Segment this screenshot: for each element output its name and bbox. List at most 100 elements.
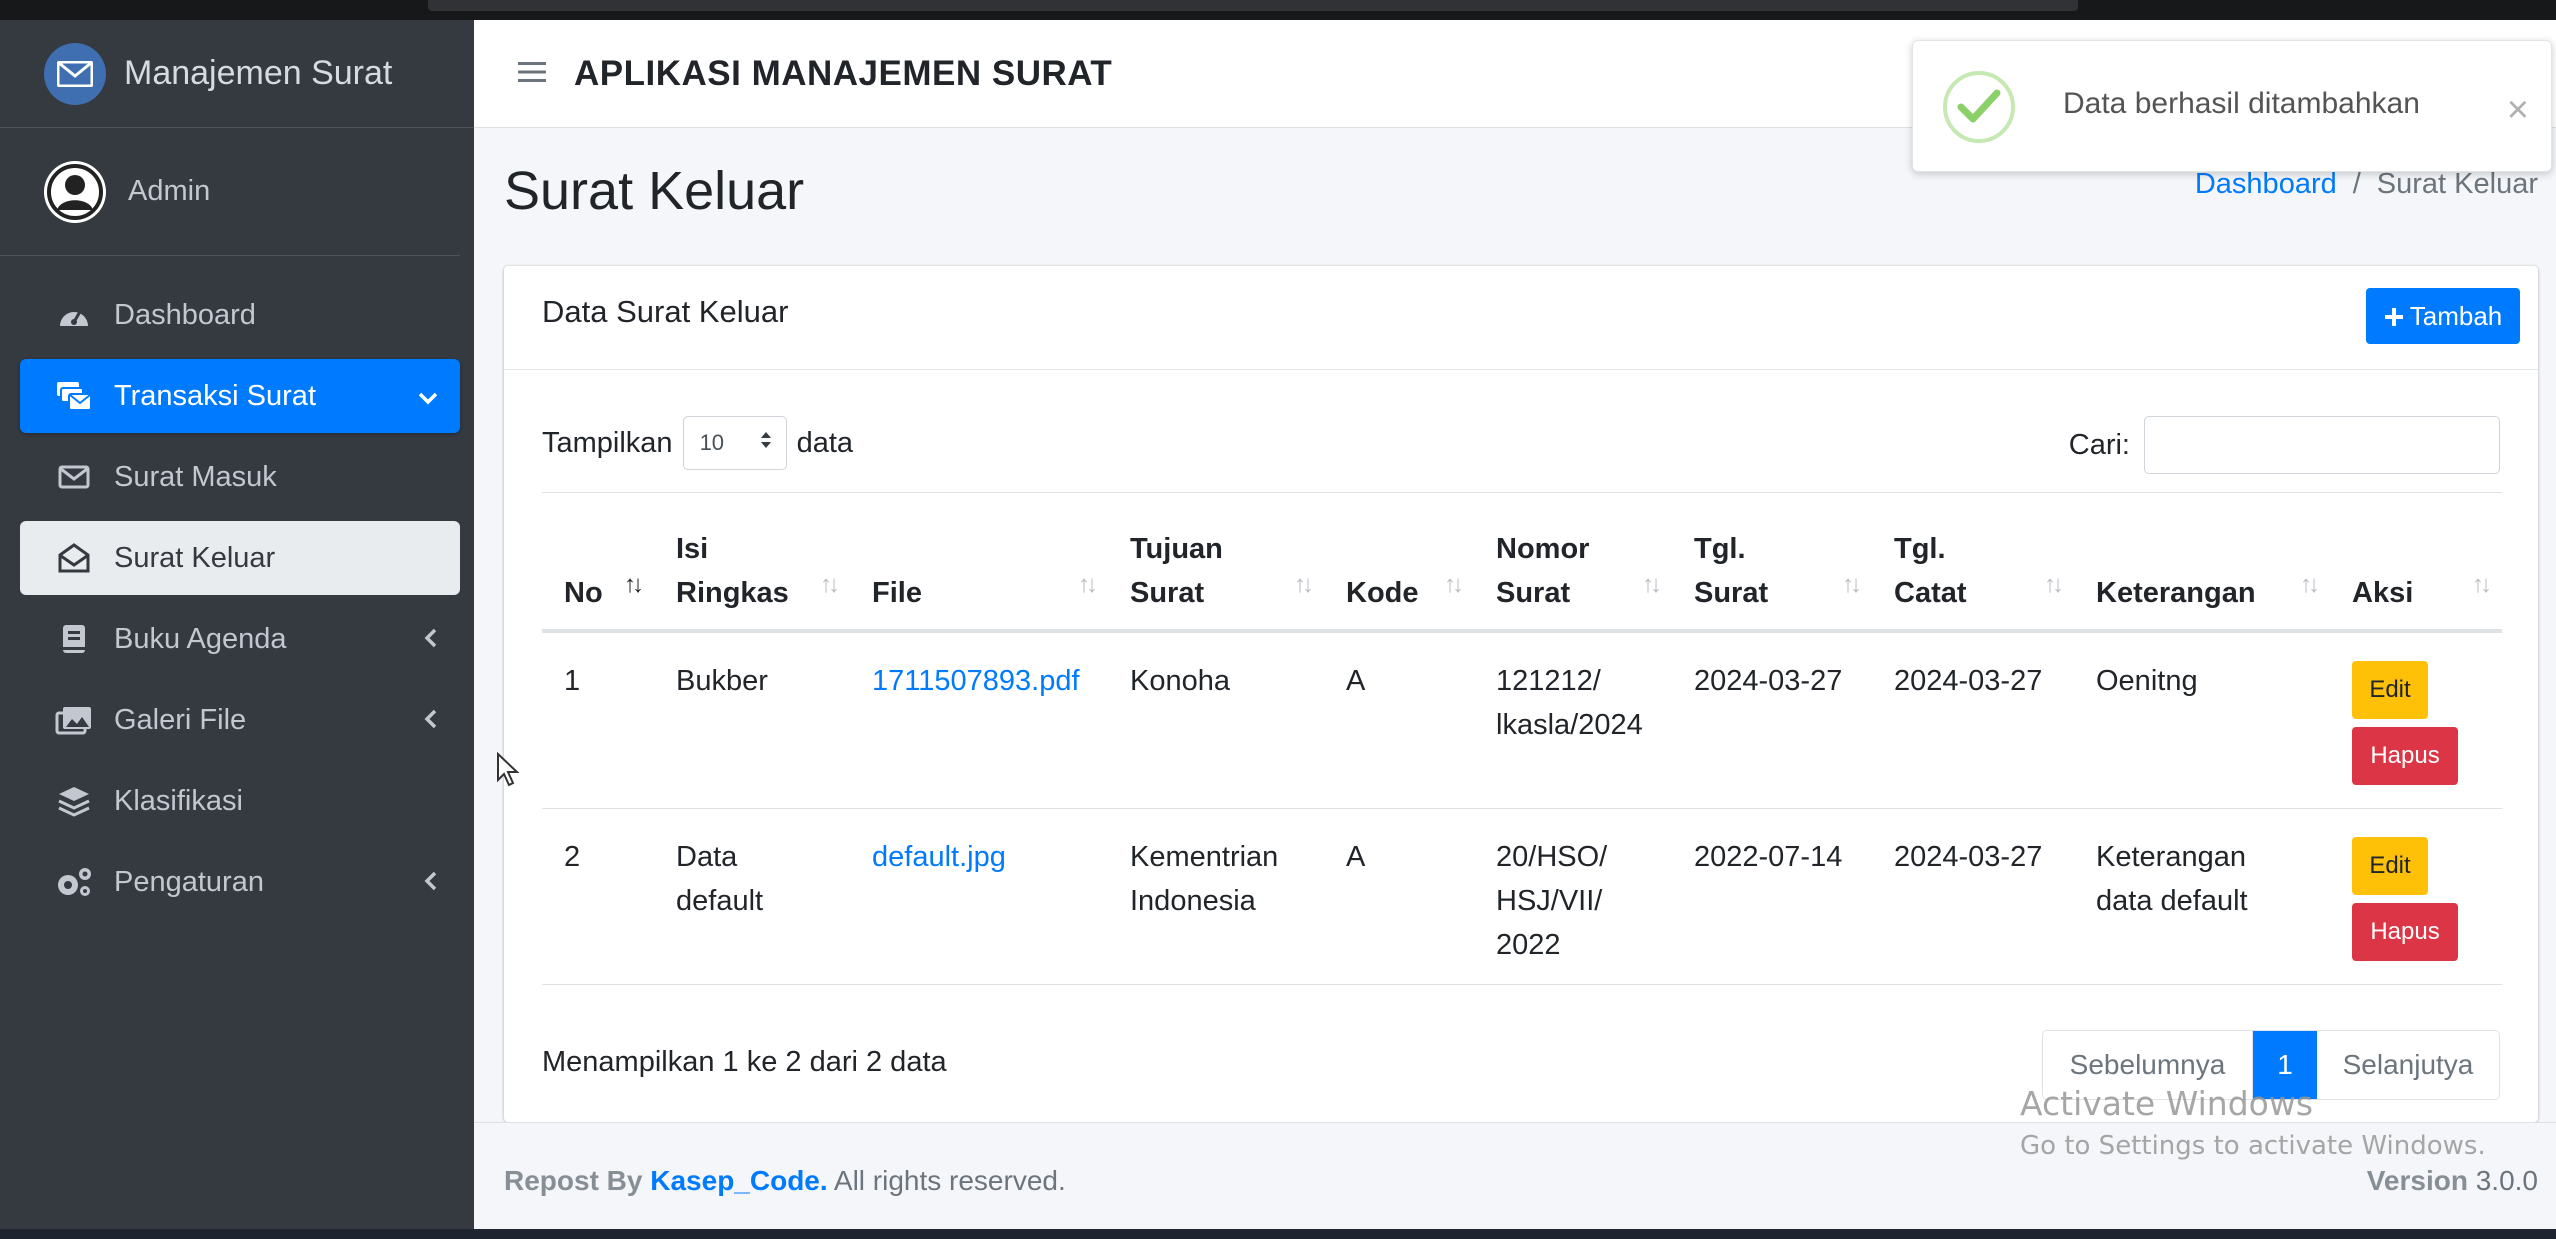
watermark-subtitle: Go to Settings to activate Windows. bbox=[2020, 1131, 2486, 1161]
watermark-title: Activate Windows bbox=[2020, 1084, 2314, 1123]
column-header-file[interactable]: File ↑↓ bbox=[850, 492, 1108, 633]
search-input[interactable] bbox=[2144, 416, 2500, 474]
cell-no: 1 bbox=[542, 630, 654, 809]
close-icon[interactable]: × bbox=[2507, 89, 2529, 132]
footer-version: Version 3.0.0 bbox=[2367, 1165, 2538, 1197]
page-length-control: Tampilkan 10 data bbox=[542, 416, 853, 470]
sidebar-item-label: Galeri File bbox=[114, 703, 247, 736]
version-label: Version bbox=[2366, 1165, 2468, 1196]
card-title: Data Surat Keluar bbox=[542, 294, 789, 329]
breadcrumb-current: Surat Keluar bbox=[2376, 168, 2538, 200]
page-length-select[interactable]: 10 bbox=[682, 416, 787, 470]
search-control: Cari: bbox=[2069, 416, 2500, 474]
breadcrumb-link-dashboard[interactable]: Dashboard bbox=[2195, 168, 2337, 200]
column-header-tgl-catat[interactable]: Tgl. Catat ↑↓ bbox=[1872, 492, 2074, 633]
column-header-aksi[interactable]: Aksi ↑↓ bbox=[2330, 492, 2502, 633]
brand-link[interactable]: Manajemen Surat bbox=[0, 20, 474, 128]
sidebar-item-galeri-file[interactable]: Galeri File bbox=[20, 683, 460, 757]
sidebar-item-label: Surat Keluar bbox=[114, 541, 276, 574]
sidebar-item-klasifikasi[interactable]: Klasifikasi bbox=[20, 764, 460, 838]
column-header-keterangan[interactable]: Keterangan ↑↓ bbox=[2074, 492, 2330, 633]
cell-nomor-surat: 20/HSO/ HSJ/VII/ 2022 bbox=[1474, 808, 1672, 985]
letters-table: No ↑↓ Isi Ringkas ↑↓ File ↑↓ Tujuan Surat ↑↓… bbox=[542, 492, 2502, 985]
tachometer-icon bbox=[54, 295, 94, 335]
sort-icon: ↑↓ bbox=[1078, 570, 1098, 598]
header-label: No bbox=[564, 576, 603, 609]
hamburger-icon[interactable] bbox=[518, 54, 546, 93]
cell-keterangan: Keterangan data default bbox=[2074, 808, 2330, 985]
column-header-tgl-surat[interactable]: Tgl. Surat ↑↓ bbox=[1672, 492, 1872, 633]
success-toast: Data berhasil ditambahkan × bbox=[1912, 40, 2552, 172]
mail-bulk-icon bbox=[54, 376, 94, 416]
file-link[interactable]: 1711507893.pdf bbox=[872, 665, 1080, 697]
book-icon bbox=[54, 619, 94, 659]
sort-icon: ↑↓ bbox=[1842, 570, 1862, 598]
header-label: Tujuan Surat bbox=[1130, 532, 1223, 609]
chevron-left-icon bbox=[424, 705, 438, 736]
file-link[interactable]: default.jpg bbox=[872, 841, 1006, 873]
sidebar-item-buku-agenda[interactable]: Buku Agenda bbox=[20, 602, 460, 676]
toast-message: Data berhasil ditambahkan bbox=[2063, 87, 2420, 120]
sidebar-item-dashboard[interactable]: Dashboard bbox=[20, 278, 460, 352]
sidebar-item-surat-masuk[interactable]: Surat Masuk bbox=[20, 440, 460, 514]
cell-nomor-surat: 121212/ lkasla/2024 bbox=[1474, 630, 1672, 809]
add-button[interactable]: Tambah bbox=[2366, 288, 2520, 344]
column-header-kode[interactable]: Kode ↑↓ bbox=[1324, 492, 1474, 633]
page-length-value: 10 bbox=[699, 430, 725, 455]
footer-rights: All rights reserved. bbox=[833, 1165, 1066, 1196]
sidebar-nav: Dashboard Transaksi Surat Surat Masuk Su… bbox=[0, 256, 474, 919]
footer-prefix: Repost By bbox=[504, 1165, 643, 1196]
column-header-nomor-surat[interactable]: Nomor Surat ↑↓ bbox=[1474, 492, 1672, 633]
column-header-no[interactable]: No ↑↓ bbox=[542, 492, 654, 633]
header-label: Tgl. Surat bbox=[1694, 532, 1769, 609]
cell-aksi: Edit Hapus bbox=[2330, 630, 2502, 809]
column-header-isi-ringkas[interactable]: Isi Ringkas ↑↓ bbox=[654, 492, 850, 633]
envelope-icon bbox=[44, 42, 106, 105]
page-title: Surat Keluar bbox=[504, 161, 805, 221]
table-row: 1 Bukber 1711507893.pdf Konoha A 121212/… bbox=[542, 630, 2502, 809]
sidebar-item-label: Buku Agenda bbox=[114, 622, 287, 655]
search-label: Cari: bbox=[2068, 428, 2130, 461]
sidebar-item-label: Pengaturan bbox=[114, 865, 264, 898]
plus-icon bbox=[2384, 297, 2404, 336]
cell-keterangan: Oenitng bbox=[2074, 630, 2330, 809]
version-number: 3.0.0 bbox=[2475, 1165, 2538, 1196]
footer-credit: Repost By Kasep_Code. All rights reserve… bbox=[504, 1165, 1066, 1197]
main-content: APLIKASI MANAJEMEN SURAT Surat Keluar Da… bbox=[474, 20, 2556, 1229]
sidebar-item-label: Transaksi Surat bbox=[114, 379, 316, 412]
cell-kode: A bbox=[1324, 630, 1474, 809]
chevron-left-icon bbox=[424, 867, 438, 898]
cell-tujuan-surat: Konoha bbox=[1108, 630, 1324, 809]
table-row: 2 Data default default.jpg Kementrian In… bbox=[542, 808, 2502, 985]
brand-title: Manajemen Surat bbox=[124, 54, 393, 92]
taskbar-strip bbox=[0, 1229, 2556, 1239]
user-panel[interactable]: Admin bbox=[0, 128, 460, 256]
sidebar-item-label: Surat Masuk bbox=[114, 460, 277, 493]
browser-tab-bar bbox=[428, 0, 2078, 11]
header-label: Keterangan bbox=[2096, 576, 2256, 609]
user-name: Admin bbox=[128, 175, 211, 207]
sidebar-item-surat-keluar[interactable]: Surat Keluar bbox=[20, 521, 460, 595]
delete-button[interactable]: Hapus bbox=[2352, 903, 2458, 961]
sort-icon: ↑↓ bbox=[1642, 570, 1662, 598]
breadcrumb-separator: / bbox=[2352, 168, 2361, 200]
sort-icon: ↑↓ bbox=[820, 570, 840, 598]
nomor-surat-text: 20/HSO/ HSJ/VII/ 2022 bbox=[1496, 841, 1608, 961]
column-header-tujuan-surat[interactable]: Tujuan Surat ↑↓ bbox=[1108, 492, 1324, 633]
cell-tgl-surat: 2024-03-27 bbox=[1672, 630, 1872, 809]
sidebar-item-pengaturan[interactable]: Pengaturan bbox=[20, 845, 460, 919]
cell-isi-ringkas: Data default bbox=[654, 808, 850, 985]
sort-icon: ↑↓ bbox=[1294, 570, 1314, 598]
edit-button[interactable]: Edit bbox=[2352, 837, 2428, 895]
cell-tgl-catat: 2024-03-27 bbox=[1872, 630, 2074, 809]
sidebar-item-transaksi-surat[interactable]: Transaksi Surat bbox=[20, 359, 460, 433]
check-icon bbox=[1943, 71, 2015, 143]
delete-button[interactable]: Hapus bbox=[2352, 726, 2458, 785]
cell-tgl-catat: 2024-03-27 bbox=[1872, 808, 2074, 985]
edit-button[interactable]: Edit bbox=[2352, 660, 2428, 719]
footer-brand-link[interactable]: Kasep_Code. bbox=[650, 1165, 827, 1196]
isi-ringkas-text: Data default bbox=[676, 841, 764, 917]
sidebar: Manajemen Surat Admin Dashboard Transaks… bbox=[0, 20, 474, 1229]
data-card: Data Surat Keluar Tambah Tampilkan 10 da… bbox=[504, 266, 2538, 1122]
user-avatar-icon bbox=[44, 160, 106, 223]
